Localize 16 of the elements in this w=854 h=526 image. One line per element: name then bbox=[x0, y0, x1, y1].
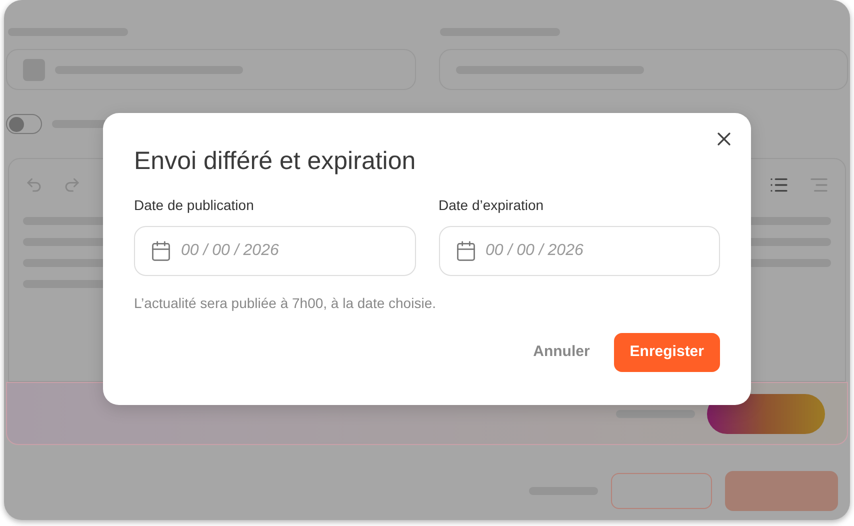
cancel-button[interactable]: Annuler bbox=[533, 333, 590, 372]
calendar-icon bbox=[150, 240, 172, 262]
dialog-title: Envoi différé et expiration bbox=[134, 146, 417, 177]
date-field[interactable]: 00 / 00 / 2026 bbox=[438, 226, 720, 276]
field-label: Date d’expiration bbox=[438, 196, 545, 215]
field-label: Date de publication bbox=[134, 196, 255, 215]
hint-text: L’actualité sera publiée à 7h00, à la date choisie. bbox=[134, 294, 437, 313]
save-button[interactable]: Enregister bbox=[614, 333, 720, 372]
gradient-button[interactable] bbox=[707, 394, 825, 434]
filled-button[interactable] bbox=[725, 471, 838, 511]
undo-icon[interactable] bbox=[25, 176, 43, 194]
outline-button[interactable] bbox=[611, 473, 712, 509]
date-field[interactable]: 00 / 00 / 2026 bbox=[134, 226, 416, 276]
redo-icon[interactable] bbox=[63, 176, 81, 194]
calendar-icon bbox=[454, 240, 476, 262]
toggle-switch[interactable] bbox=[6, 114, 42, 134]
